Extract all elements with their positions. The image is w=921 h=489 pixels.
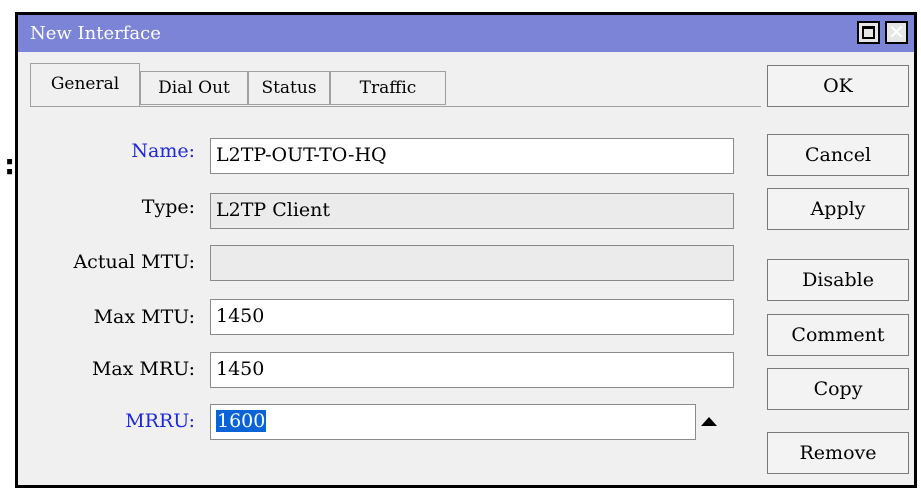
tab-dial-out[interactable]: Dial Out bbox=[140, 71, 248, 105]
maximize-button[interactable] bbox=[857, 21, 880, 44]
apply-button[interactable]: Apply bbox=[767, 188, 909, 230]
actual-mtu-field bbox=[210, 245, 734, 281]
collapse-arrow-icon[interactable] bbox=[701, 417, 717, 426]
cancel-button[interactable]: Cancel bbox=[767, 134, 909, 176]
disable-button[interactable]: Disable bbox=[767, 259, 909, 301]
maximize-icon bbox=[862, 26, 875, 39]
colon-mark: : bbox=[4, 148, 16, 181]
window-title: New Interface bbox=[30, 23, 161, 44]
name-label: Name: bbox=[131, 140, 195, 162]
max-mtu-label: Max MTU: bbox=[93, 306, 195, 328]
remove-button[interactable]: Remove bbox=[767, 432, 909, 474]
max-mru-label: Max MRU: bbox=[91, 358, 195, 380]
mrru-selected-text: 1600 bbox=[216, 410, 267, 432]
tab-general[interactable]: General bbox=[30, 63, 140, 107]
close-button[interactable]: ✕ bbox=[885, 20, 908, 44]
tab-traffic[interactable]: Traffic bbox=[330, 71, 446, 105]
name-input[interactable]: L2TP-OUT-TO-HQ bbox=[210, 138, 734, 174]
max-mru-input[interactable]: 1450 bbox=[210, 352, 734, 388]
type-field: L2TP Client bbox=[210, 193, 734, 229]
copy-button[interactable]: Copy bbox=[767, 368, 909, 410]
general-panel: Name: L2TP-OUT-TO-HQ Type: L2TP Client A… bbox=[30, 106, 761, 489]
mrru-input[interactable]: 1600 bbox=[210, 404, 696, 440]
comment-button[interactable]: Comment bbox=[767, 314, 909, 356]
type-label: Type: bbox=[141, 196, 195, 218]
mrru-label: MRRU: bbox=[125, 410, 195, 432]
title-bar: New Interface ✕ bbox=[18, 15, 914, 52]
tab-status[interactable]: Status bbox=[248, 71, 330, 105]
close-icon: ✕ bbox=[888, 20, 905, 44]
ok-button[interactable]: OK bbox=[767, 65, 909, 107]
new-interface-window: New Interface ✕ General Dial Out Status … bbox=[15, 12, 917, 488]
actual-mtu-label: Actual MTU: bbox=[73, 251, 195, 273]
max-mtu-input[interactable]: 1450 bbox=[210, 299, 734, 335]
